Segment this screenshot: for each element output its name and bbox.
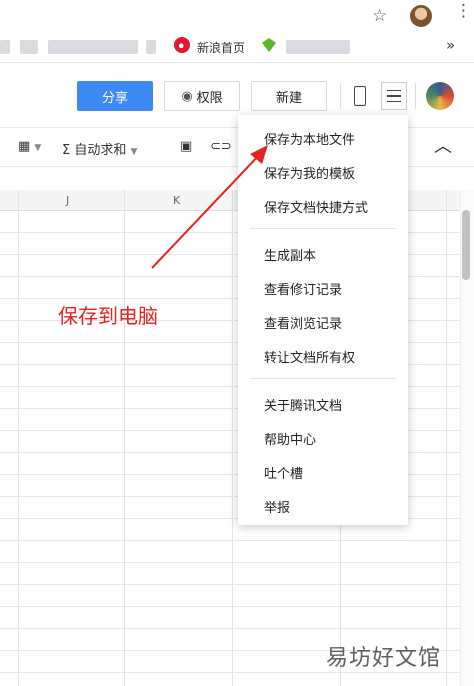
menu-item-save-shortcut[interactable]: 保存文档快捷方式 — [264, 197, 368, 216]
toolbar-divider — [340, 83, 341, 109]
grid-line — [124, 190, 125, 686]
new-button[interactable]: 新建 — [251, 81, 327, 111]
file-menu-dropdown: 保存为本地文件 保存为我的模板 保存文档快捷方式 生成副本 查看修订记录 查看浏… — [238, 115, 408, 525]
menu-item-save-template[interactable]: 保存为我的模板 — [264, 163, 355, 182]
grid-icon[interactable]: ▦ ▼ — [18, 139, 41, 154]
grid-line — [0, 584, 460, 585]
image-icon[interactable]: ▣ — [180, 139, 192, 154]
watermark: 易坊好文馆 — [326, 646, 442, 671]
menu-item-transfer-ownership[interactable]: 转让文档所有权 — [264, 347, 355, 366]
menu-item-report[interactable]: 举报 — [264, 497, 290, 516]
menu-item-about[interactable]: 关于腾讯文档 — [264, 395, 342, 414]
column-header-j[interactable]: J — [66, 194, 69, 207]
share-button[interactable]: 分享 — [77, 81, 153, 111]
menu-item-feedback[interactable]: 吐个槽 — [264, 463, 303, 482]
eye-icon: ◉ — [181, 88, 193, 104]
grid-line — [0, 628, 460, 629]
menu-item-revision-history[interactable]: 查看修订记录 — [264, 279, 342, 298]
grid-line — [446, 190, 447, 686]
vertical-scrollbar[interactable] — [462, 210, 470, 280]
star-icon[interactable]: ☆ — [372, 6, 387, 26]
chevron-up-icon[interactable]: ︿ — [434, 132, 452, 158]
menu-divider — [250, 378, 396, 379]
avatar[interactable] — [426, 82, 454, 110]
autosum-button[interactable]: Σ 自动求和 ▼ — [62, 139, 137, 158]
menu-icon[interactable] — [381, 82, 407, 110]
menu-item-make-copy[interactable]: 生成副本 — [264, 245, 316, 264]
annotation-label: 保存到电脑 — [58, 304, 158, 328]
permission-button[interactable]: ◉ 权限 — [164, 81, 240, 111]
browser-profile-icon[interactable] — [410, 5, 432, 27]
menu-divider — [250, 228, 396, 229]
autosum-label: 自动求和 — [74, 143, 127, 158]
grid-line — [0, 562, 460, 563]
grid-line — [0, 540, 460, 541]
grid-line — [0, 672, 460, 673]
menu-item-view-history[interactable]: 查看浏览记录 — [264, 313, 342, 332]
more-vert-icon[interactable]: ⋮ — [455, 3, 472, 20]
grid-line — [18, 190, 19, 686]
grid-line — [232, 190, 233, 686]
menu-item-save-local[interactable]: 保存为本地文件 — [264, 129, 355, 148]
column-header-k[interactable]: K — [173, 194, 180, 207]
toolbar-divider — [415, 83, 416, 109]
grid-line — [0, 606, 460, 607]
link-icon[interactable]: ⊂⊃ — [210, 139, 232, 154]
menu-item-help[interactable]: 帮助中心 — [264, 429, 316, 448]
permission-label: 权限 — [196, 90, 223, 106]
weibo-icon[interactable] — [174, 37, 190, 53]
sigma-icon: Σ — [62, 143, 71, 158]
bookmark-sina-home[interactable]: 新浪首页 — [197, 39, 245, 56]
mobile-icon[interactable] — [354, 86, 366, 106]
browser-address-bar — [0, 0, 474, 32]
bookmarks-more-icon[interactable]: » — [446, 36, 455, 54]
